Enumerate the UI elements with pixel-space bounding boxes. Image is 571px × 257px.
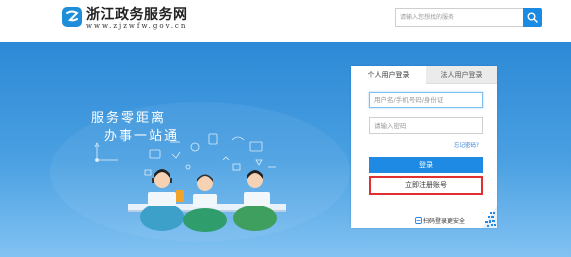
register-button[interactable]: 立即注册账号	[369, 176, 483, 195]
username-field[interactable]	[369, 92, 483, 108]
scan-login-tip[interactable]: 扫码登录更安全	[415, 216, 465, 227]
site-title[interactable]: 浙江政务服务网	[86, 4, 188, 24]
register-button-label: 立即注册账号	[405, 181, 447, 189]
search-input[interactable]	[396, 9, 524, 26]
forgot-password-link[interactable]: 忘记密码？	[454, 141, 482, 149]
scan-tip-label: 扫码登录更安全	[423, 218, 466, 225]
tab-legal-login[interactable]: 法人用户登录	[426, 66, 497, 84]
password-field[interactable]	[369, 117, 483, 134]
zj-logo-icon[interactable]	[62, 7, 82, 27]
login-panel: 个人用户登录 法人用户登录 忘记密码？ 登录 立即注册账号 扫码登录更安全	[351, 66, 497, 228]
slogan-line1: 服务零距离	[91, 110, 166, 126]
site-domain: www.zjzwfw.gov.cn	[86, 22, 188, 30]
qr-code-corner-icon[interactable]	[482, 206, 497, 228]
search-button[interactable]	[523, 8, 542, 27]
scan-icon	[415, 217, 422, 224]
site-header: 浙江政务服务网 www.zjzwfw.gov.cn	[0, 0, 571, 42]
search-box	[395, 8, 525, 27]
search-icon	[527, 12, 538, 23]
login-button[interactable]: 登录	[369, 157, 483, 173]
tab-personal-login[interactable]: 个人用户登录	[351, 66, 426, 84]
slogan-line2: 办事一站通	[104, 129, 179, 144]
login-tabs: 个人用户登录 法人用户登录	[351, 66, 497, 84]
